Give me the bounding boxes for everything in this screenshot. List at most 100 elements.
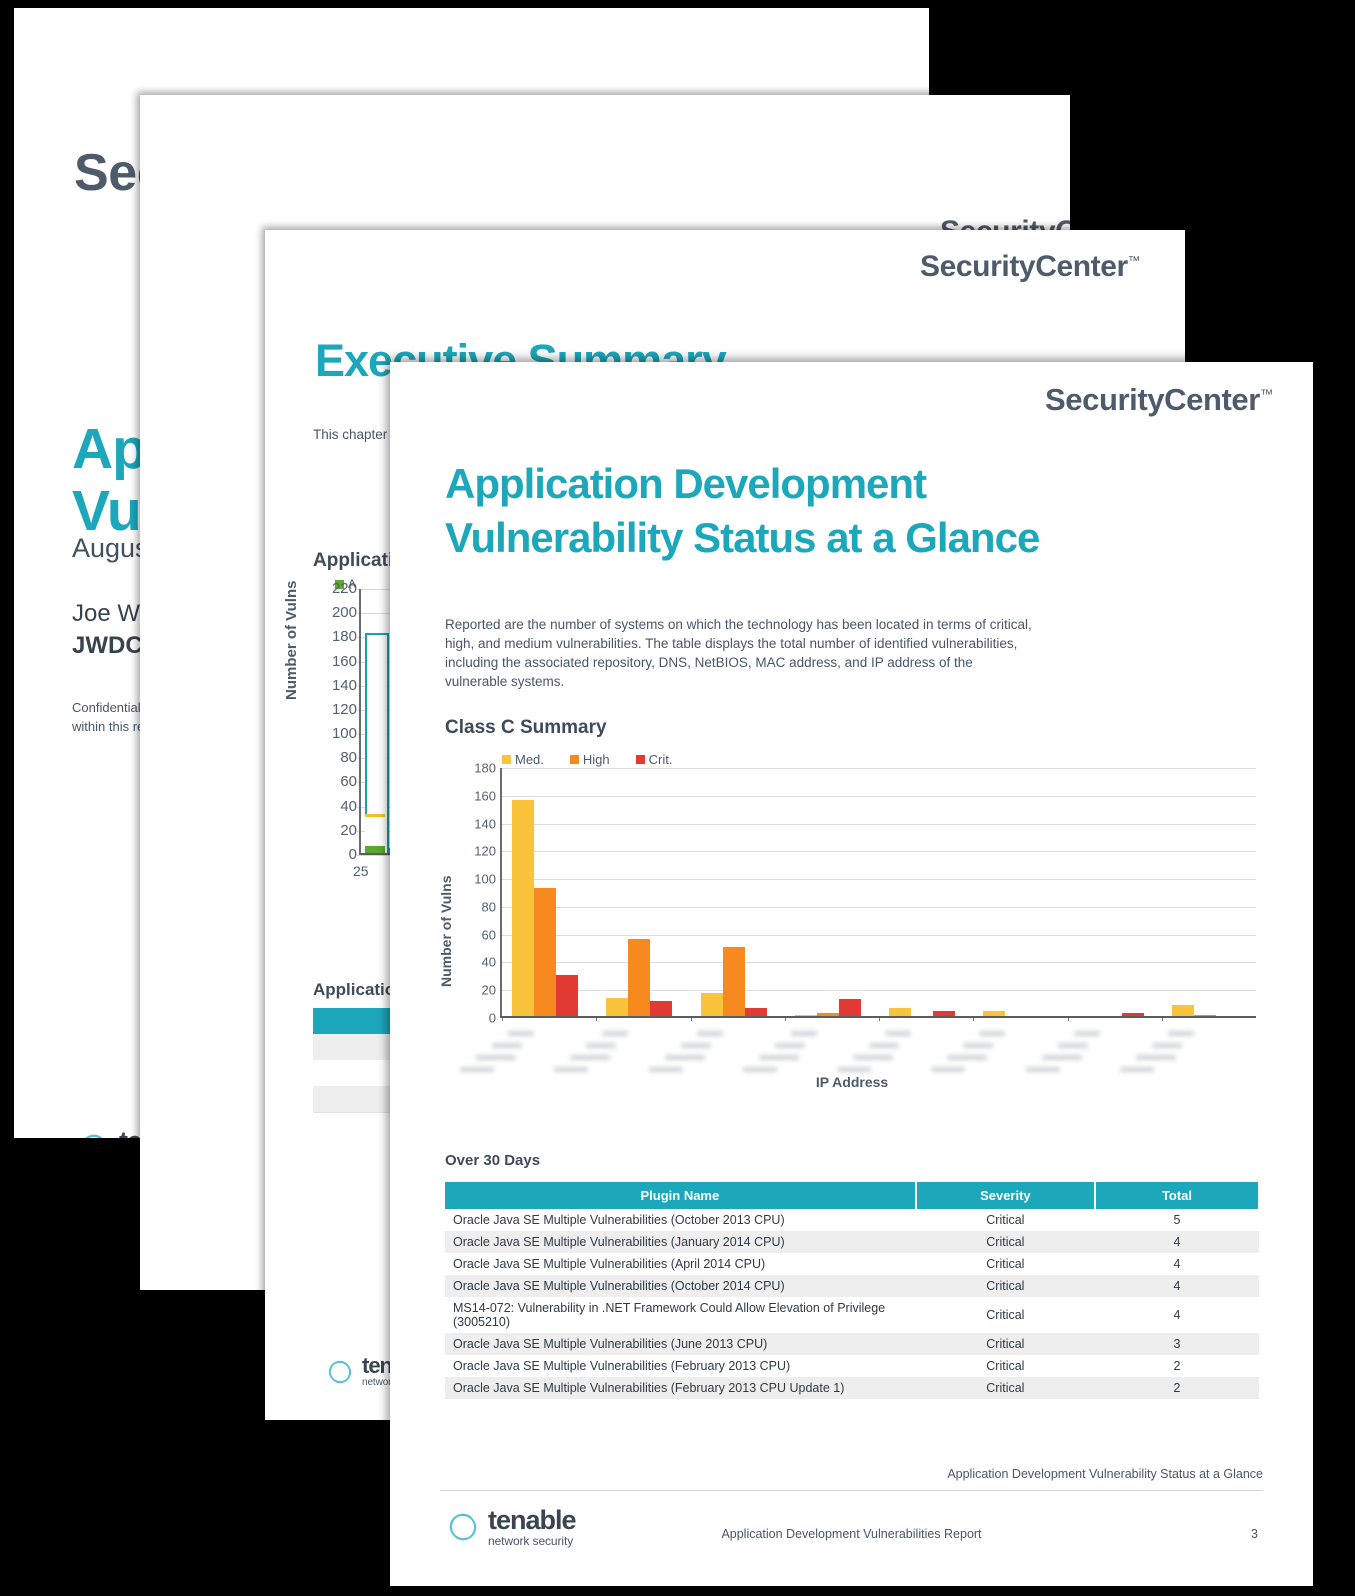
exec-y-axis-tick-label: 80 [340,749,357,767]
chart-bars [460,768,1256,1072]
chart-bar-group [931,768,1067,1072]
exec-y-axis-tick-label: 180 [331,628,357,646]
tenable-mark-icon [76,1130,112,1138]
securitycenter-wordmark: SecurityCenter [920,250,1128,283]
redaction-stripe [508,1031,534,1036]
redaction-stripe [979,1031,1006,1036]
vulnerability-status-page: SecurityCenter™ Application Development … [390,362,1313,1586]
chart-bar-group [1025,768,1162,1072]
intro-paragraph: Reported are the number of systems on wh… [445,617,1032,689]
table-row[interactable]: Oracle Java SE Multiple Vulnerabilities … [445,1355,1259,1377]
plugin-table: Plugin Name Severity Total Oracle Java S… [445,1182,1261,1399]
page-title-line1: Application Development [445,460,927,507]
chart-bar-group [648,768,785,1072]
cell-total: 5 [1173,1213,1181,1227]
column-header-total[interactable]: Total [1094,1182,1261,1209]
cell-total: 4 [1094,1231,1259,1253]
cell-plugin-name: Oracle Java SE Multiple Vulnerabilities … [445,1333,916,1355]
table-title: Over 30 Days [445,1152,541,1169]
chart-bar-med [889,1007,911,1016]
exec-chart-y-axis-label: Number of Vulns [283,580,300,700]
cell-severity: Critical [986,1308,1025,1322]
legend-label-high: High [582,752,610,767]
trademark-symbol: ™ [1127,254,1141,268]
column-header-severity[interactable]: Severity [915,1182,1096,1209]
cell-plugin-name: Oracle Java SE Multiple Vulnerabilities … [445,1377,916,1399]
chart-bar-high [722,947,745,1016]
redaction-stripe [837,1067,871,1072]
x-axis-label-redacted [639,1023,735,1079]
redaction-stripe [648,1067,683,1072]
cell-severity: Critical [986,1257,1025,1271]
cell-severity: Critical [915,1333,1095,1355]
x-axis-label-redacted [450,1023,546,1079]
chart-bar-med [1171,1004,1194,1016]
chart-x-axis-title: IP Address [815,1074,889,1090]
footer-divider [440,1490,1263,1491]
chart-bar-med [606,998,629,1016]
chart-bar-crit [556,974,578,1016]
table-row[interactable]: MS14-072: Vulnerability in .NET Framewor… [445,1297,1259,1333]
table-row[interactable]: Oracle Java SE Multiple Vulnerabilities … [445,1231,1259,1253]
redaction-stripe [758,1055,799,1060]
x-axis-label-redacted [1110,1023,1206,1079]
redaction-stripe [1135,1055,1176,1060]
y-axis-tick-label: 120 [474,843,496,859]
chart-bar-group [1119,768,1256,1072]
cell-total: 4 [1173,1308,1181,1322]
cell-plugin-name: Oracle Java SE Multiple Vulnerabilities … [453,1359,791,1373]
exec-chart-x-first-tick: 25 [353,863,369,879]
cell-severity: Critical [915,1275,1095,1297]
table-row[interactable]: Oracle Java SE Multiple Vulnerabilities … [445,1209,1259,1231]
x-axis-label-redacted [1016,1023,1112,1079]
y-axis-tick-label: 180 [474,760,496,776]
y-axis-tick-label: 60 [481,927,496,943]
cell-total: 2 [1173,1359,1181,1373]
table-row[interactable]: Oracle Java SE Multiple Vulnerabilities … [445,1253,1259,1275]
y-axis-tick-label: 140 [474,816,496,832]
cell-severity: Critical [915,1231,1095,1253]
redaction-stripe [570,1055,611,1060]
table-row[interactable]: Oracle Java SE Multiple Vulnerabilities … [445,1377,1259,1399]
redaction-stripe [1119,1067,1154,1072]
legend-item-med: Med. [502,752,544,767]
cell-total: 3 [1094,1333,1259,1355]
chart-bar-group [837,768,973,1072]
y-axis-tick-label: 20 [481,982,496,998]
x-axis-label-redacted [827,1023,923,1079]
redaction-stripe [790,1031,817,1036]
chart-bar-group [554,768,690,1072]
exec-y-axis-tick-label: 100 [331,725,357,743]
exec-y-axis-tick-label: 160 [331,652,357,670]
table-row[interactable]: Oracle Java SE Multiple Vulnerabilities … [445,1333,1259,1355]
redaction-stripe [492,1043,522,1048]
column-header-plugin-name[interactable]: Plugin Name [445,1182,917,1209]
table-header-row: Plugin Name Severity Total [445,1182,1261,1209]
cell-total: 2 [1094,1377,1259,1399]
y-axis-tick-label: 0 [488,1010,496,1026]
y-axis-tick-label: 160 [474,788,496,804]
cell-severity: Critical [986,1359,1025,1373]
table-row[interactable]: Oracle Java SE Multiple Vulnerabilities … [445,1275,1259,1297]
exec-chart-y-ticks: 220 200 180 160 140 120 100 80 60 40 20 0 [305,580,643,863]
redaction-stripe [664,1055,705,1060]
redaction-stripe [680,1043,711,1048]
class-c-summary-chart: Med. High Crit. Number of Vulns 0 20 40 60 8… [438,752,1262,1097]
chart-bar-crit [650,1000,673,1016]
redaction-stripe [963,1043,994,1048]
legend-swatch-high-icon [569,755,579,764]
chart-bar-high [628,938,651,1016]
exec-y-axis-tick-label: 140 [331,676,357,694]
redaction-stripe [1073,1031,1100,1036]
exec-y-axis-tick-label: 200 [331,604,357,622]
chart-bar-crit [838,999,861,1016]
redaction-stripe [1057,1043,1088,1048]
cell-plugin-name: MS14-072: Vulnerability in .NET Framewor… [453,1301,886,1329]
chart-bar-group [460,768,596,1072]
chart-bar-med [700,992,723,1016]
x-axis-label-redacted [544,1023,640,1079]
redaction-stripe [696,1031,723,1036]
exec-y-axis-tick-label: 0 [348,846,357,863]
redaction-stripe [742,1067,777,1072]
cell-severity: Critical [915,1377,1095,1399]
